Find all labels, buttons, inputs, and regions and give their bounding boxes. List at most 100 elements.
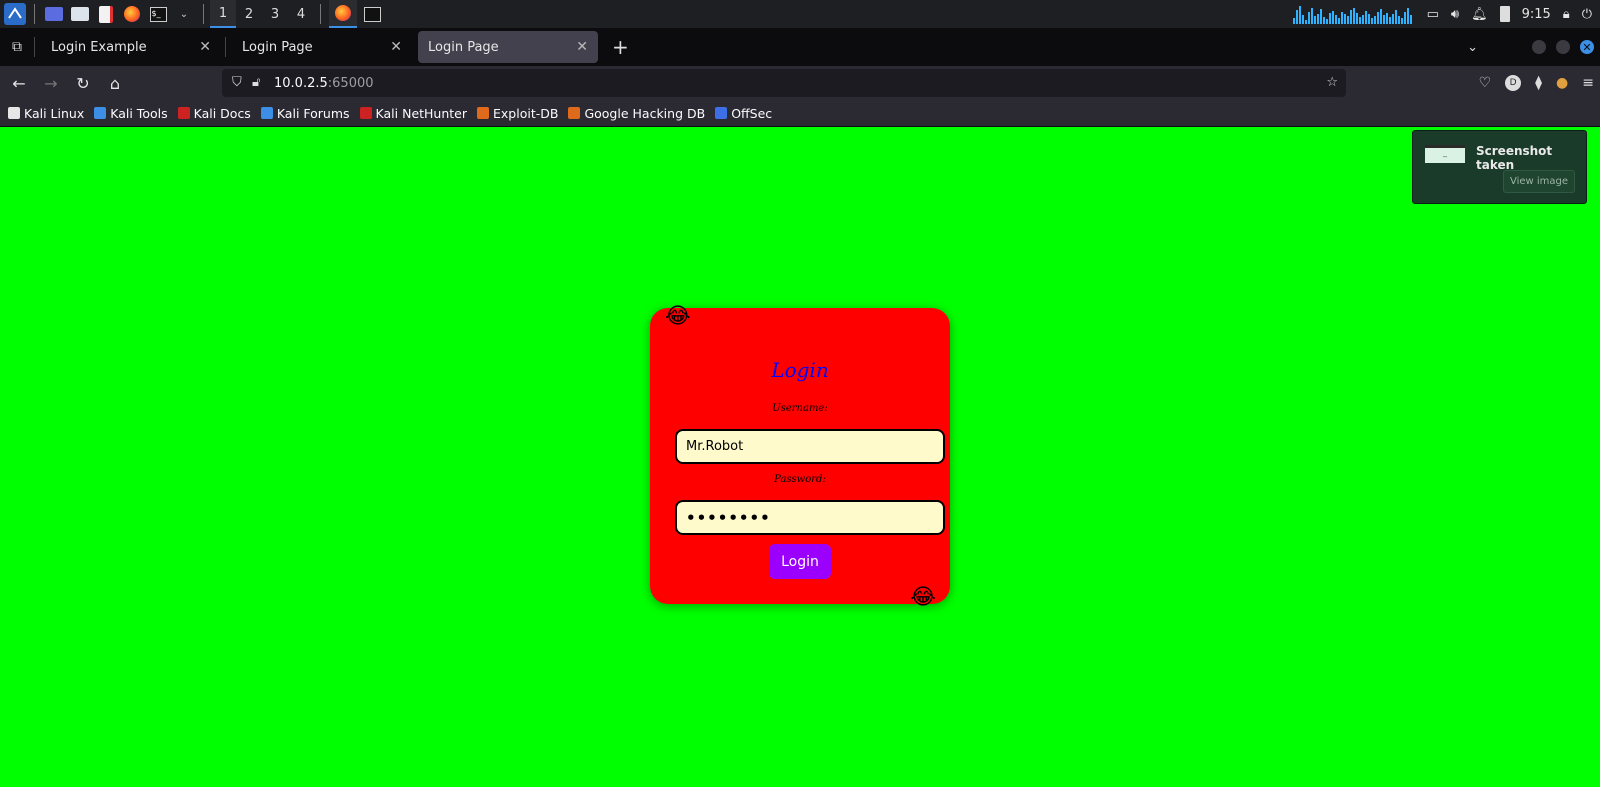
- audio-bar: [1367, 14, 1370, 24]
- audio-bar: [1322, 17, 1325, 24]
- tab-login-page-active[interactable]: Login Page ✕: [418, 31, 598, 63]
- url-bar[interactable]: ⛉ 🔓︎ 10.0.2.5:65000 ☆: [222, 69, 1346, 97]
- login-title: Login: [771, 358, 829, 382]
- bookmark-kali-nethunter[interactable]: Kali NetHunter: [359, 106, 467, 121]
- url-port: :65000: [327, 75, 374, 91]
- firefox-icon[interactable]: [121, 3, 143, 25]
- bookmark-label: Kali Tools: [110, 105, 168, 121]
- bookmark-exploit-db[interactable]: Exploit-DB: [477, 106, 558, 121]
- forward-button[interactable]: →: [36, 68, 66, 98]
- bookmark-label: Google Hacking DB: [584, 105, 706, 121]
- close-icon[interactable]: ✕: [576, 39, 588, 55]
- audio-bar: [1319, 9, 1322, 24]
- extension-badge-icon[interactable]: ●: [1556, 75, 1568, 91]
- audio-bar: [1355, 13, 1358, 24]
- audio-bar: [1325, 19, 1328, 24]
- tab-login-example[interactable]: Login Example ✕: [41, 31, 221, 63]
- audio-bar: [1409, 15, 1412, 24]
- bell-icon[interactable]: 🔔︎: [1471, 7, 1488, 22]
- audio-bar: [1316, 14, 1319, 24]
- terminal-icon[interactable]: $_: [147, 3, 169, 25]
- password-label: Password:: [774, 474, 826, 485]
- workspace-3[interactable]: 3: [262, 0, 288, 28]
- audio-bar: [1349, 10, 1352, 24]
- tab-label: Login Example: [51, 39, 147, 55]
- workspace-4[interactable]: 4: [288, 0, 314, 28]
- extensions-icon[interactable]: ⧫: [1535, 75, 1542, 91]
- tab-login-page[interactable]: Login Page ✕: [232, 31, 412, 63]
- audio-bar: [1310, 8, 1313, 24]
- display-icon[interactable]: ▭: [1427, 7, 1439, 22]
- workspace-1[interactable]: 1: [210, 0, 236, 28]
- bookmark-label: OffSec: [731, 105, 773, 121]
- nethunter-icon: [359, 107, 372, 119]
- home-button[interactable]: ⌂: [100, 68, 130, 98]
- workspace-2[interactable]: 2: [236, 0, 262, 28]
- bookmark-label: Exploit-DB: [493, 105, 559, 121]
- pocket-icon[interactable]: ♡: [1479, 75, 1492, 91]
- file-manager-icon[interactable]: [69, 3, 91, 25]
- system-taskbar: $_ ⌄ 1 2 3 4 ▭ 🔊︎ 🔔︎ 9:15 🔒︎ ⏻: [0, 0, 1600, 28]
- screenshot-notification: _ Screenshot taken View image: [1412, 130, 1587, 204]
- kali-menu-icon[interactable]: [4, 3, 26, 25]
- battery-icon[interactable]: [1499, 6, 1510, 22]
- account-icon[interactable]: D: [1505, 75, 1522, 91]
- insecure-lock-icon[interactable]: 🔓︎: [252, 75, 260, 90]
- kali-icon: [8, 107, 20, 119]
- bookmark-kali-tools[interactable]: Kali Tools: [94, 105, 168, 121]
- bookmark-kali-docs[interactable]: Kali Docs: [177, 106, 251, 121]
- text-editor-icon[interactable]: [95, 3, 117, 25]
- exploit-db-icon: [477, 107, 490, 119]
- audio-bar: [1358, 17, 1361, 24]
- close-icon[interactable]: ✕: [199, 39, 211, 55]
- audio-bar: [1301, 15, 1304, 24]
- bookmark-kali-forums[interactable]: Kali Forums: [260, 105, 350, 121]
- login-button[interactable]: Login: [769, 544, 831, 579]
- audio-bar: [1337, 18, 1340, 24]
- logout-icon[interactable]: ⏻: [1582, 7, 1592, 22]
- audio-bar: [1379, 9, 1382, 24]
- screenshot-thumbnail[interactable]: _: [1425, 145, 1465, 163]
- audio-bar: [1295, 10, 1298, 24]
- tab-divider: [225, 37, 226, 57]
- chevron-down-icon[interactable]: ⌄: [173, 3, 195, 25]
- login-card: 😂 Login Username: Mr.Robot Password: •••…: [650, 305, 950, 610]
- clock[interactable]: 9:15: [1522, 7, 1551, 22]
- close-icon[interactable]: ✕: [390, 39, 402, 55]
- username-label: Username:: [772, 403, 828, 414]
- kali-tools-icon: [94, 107, 107, 119]
- bookmark-kali-linux[interactable]: Kali Linux: [8, 106, 84, 121]
- terminal-window-icon[interactable]: [361, 3, 383, 25]
- reload-button[interactable]: ↻: [68, 68, 98, 98]
- password-input[interactable]: ••••••••: [675, 500, 945, 535]
- audio-bar: [1346, 16, 1349, 24]
- url-host: 10.0.2.5: [274, 75, 328, 91]
- audio-bar: [1394, 10, 1397, 24]
- firefox-window-icon[interactable]: [329, 0, 357, 28]
- tab-list-icon[interactable]: ⧉: [0, 39, 34, 55]
- bookmark-google-hacking-db[interactable]: Google Hacking DB: [568, 106, 705, 121]
- new-tab-button[interactable]: +: [612, 35, 629, 59]
- back-button[interactable]: ←: [4, 68, 34, 98]
- view-image-button[interactable]: View image: [1503, 170, 1575, 193]
- volume-icon[interactable]: 🔊︎: [1451, 7, 1459, 22]
- bookmark-offsec[interactable]: OffSec: [715, 106, 772, 121]
- bookmark-label: Kali Forums: [276, 105, 350, 121]
- star-icon[interactable]: ☆: [1326, 75, 1338, 90]
- audio-visualizer: [1292, 4, 1415, 24]
- minimize-button[interactable]: [1532, 40, 1546, 54]
- maximize-button[interactable]: [1556, 40, 1570, 54]
- close-window-button[interactable]: ✕: [1580, 40, 1594, 54]
- audio-bar: [1292, 18, 1295, 24]
- audio-bar: [1388, 17, 1391, 24]
- shield-icon[interactable]: ⛉: [232, 75, 242, 90]
- list-all-tabs-icon[interactable]: ⌄: [1467, 40, 1478, 55]
- username-input[interactable]: Mr.Robot: [675, 429, 945, 464]
- lock-icon[interactable]: 🔒︎: [1563, 7, 1570, 22]
- menu-icon[interactable]: ≡: [1582, 75, 1594, 91]
- tab-divider: [34, 37, 35, 57]
- audio-bar: [1391, 14, 1394, 24]
- audio-bar: [1313, 16, 1316, 24]
- desktop-icon[interactable]: [43, 3, 65, 25]
- audio-bar: [1307, 12, 1310, 24]
